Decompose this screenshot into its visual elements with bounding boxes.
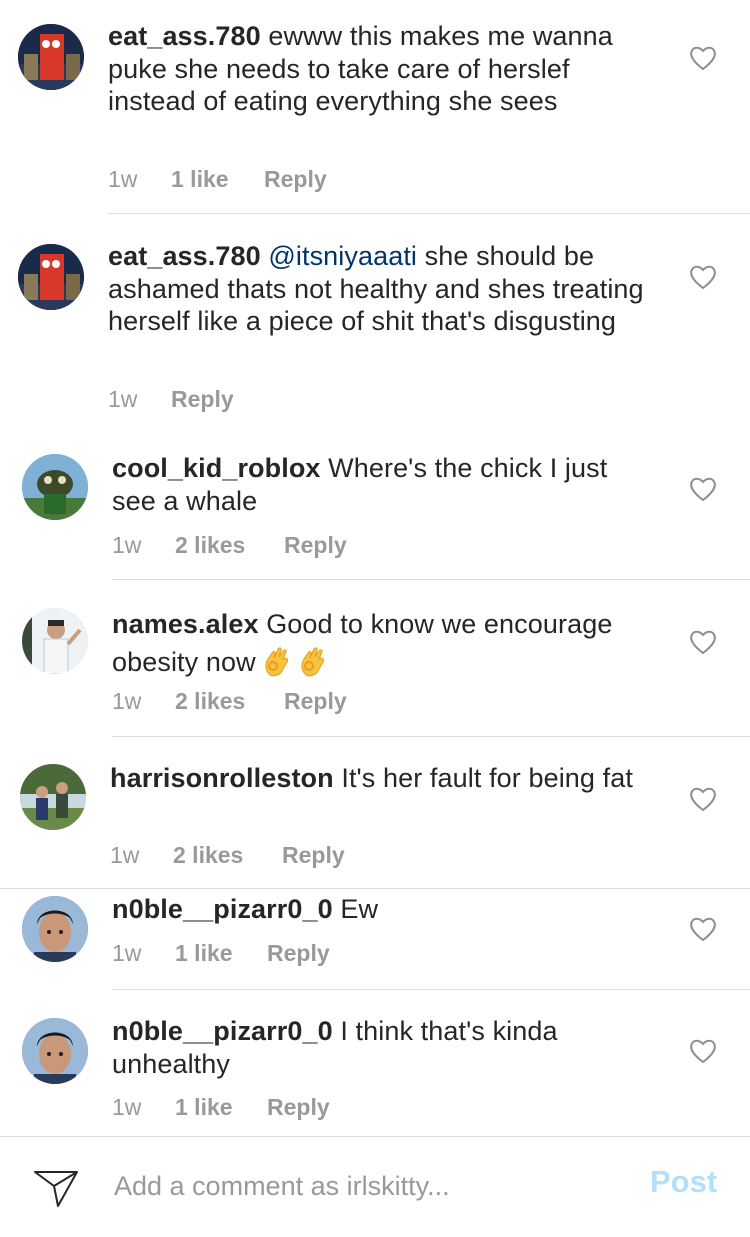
divider [112, 579, 750, 580]
divider [112, 736, 750, 737]
comment-username[interactable]: n0ble__pizarr0_0 [112, 894, 333, 924]
avatar[interactable] [22, 1018, 88, 1084]
heart-icon[interactable] [689, 1038, 717, 1064]
comment-text: eat_ass.780 @itsniyaaati she should be a… [108, 240, 648, 338]
comment-time: 1w [112, 1094, 142, 1120]
heart-icon[interactable] [689, 786, 717, 812]
reply-button[interactable]: Reply [264, 166, 327, 193]
comment-username[interactable]: eat_ass.780 [108, 241, 261, 271]
divider [112, 989, 750, 990]
comment-text: eat_ass.780 ewww this makes me wanna puk… [108, 20, 638, 118]
comment-meta: 1w Reply [108, 386, 234, 413]
comment-meta: 1w 1 like Reply [112, 940, 330, 967]
like-count[interactable]: 1 like [171, 166, 264, 193]
comment-username[interactable]: n0ble__pizarr0_0 [112, 1016, 333, 1046]
comment-time: 1w [112, 940, 142, 966]
heart-icon[interactable] [689, 45, 717, 71]
avatar[interactable] [18, 24, 84, 90]
like-count[interactable]: 1 like [175, 940, 267, 967]
comment-meta: 1w 2 likes Reply [110, 842, 345, 869]
reply-button[interactable]: Reply [282, 842, 345, 869]
divider [108, 213, 750, 214]
avatar[interactable] [22, 608, 88, 674]
comment-body: Ew [332, 894, 379, 924]
comment-body: It's her fault for being fat [333, 763, 633, 793]
heart-icon[interactable] [689, 916, 717, 942]
heart-icon[interactable] [689, 264, 717, 290]
mention-link[interactable]: @itsniyaaati [268, 241, 417, 271]
comment-text: names.alex Good to know we encourage obe… [112, 605, 672, 681]
ok-hand-emoji [265, 647, 288, 677]
like-count[interactable]: 1 like [175, 1094, 267, 1121]
heart-icon[interactable] [689, 629, 717, 655]
comment-username[interactable]: eat_ass.780 [108, 21, 261, 51]
send-icon[interactable] [32, 1166, 80, 1210]
reply-button[interactable]: Reply [267, 1094, 330, 1121]
comment-username[interactable]: names.alex [112, 609, 259, 639]
comment-text: cool_kid_roblox Where's the chick I just… [112, 452, 652, 517]
comment-input[interactable] [114, 1166, 614, 1206]
like-count[interactable]: 2 likes [175, 532, 284, 559]
divider [0, 888, 750, 889]
avatar[interactable] [22, 454, 88, 520]
comment-time: 1w [112, 532, 142, 558]
comment-time: 1w [112, 688, 142, 714]
comment-meta: 1w 1 like Reply [112, 1094, 330, 1121]
comment-composer: Post [0, 1138, 750, 1237]
avatar[interactable] [20, 764, 86, 830]
ok-hand-emoji [301, 647, 324, 677]
comment-meta: 1w 2 likes Reply [112, 688, 347, 715]
reply-button[interactable]: Reply [284, 688, 347, 715]
comment-time: 1w [108, 386, 138, 412]
comment-meta: 1w 1 like Reply [108, 166, 327, 193]
reply-button[interactable]: Reply [267, 940, 330, 967]
post-button[interactable]: Post [650, 1164, 717, 1200]
comment-text: n0ble__pizarr0_0 Ew [112, 893, 652, 926]
comment-time: 1w [110, 842, 140, 868]
comment-meta: 1w 2 likes Reply [112, 532, 347, 559]
comment-username[interactable]: harrisonrolleston [110, 763, 334, 793]
reply-button[interactable]: Reply [171, 386, 234, 413]
divider [0, 1136, 750, 1137]
like-count[interactable]: 2 likes [173, 842, 282, 869]
reply-button[interactable]: Reply [284, 532, 347, 559]
comment-username[interactable]: cool_kid_roblox [112, 453, 321, 483]
comment-text: n0ble__pizarr0_0 I think that's kinda un… [112, 1015, 652, 1080]
comment-text: harrisonrolleston It's her fault for bei… [110, 762, 650, 795]
heart-icon[interactable] [689, 476, 717, 502]
comment-time: 1w [108, 166, 138, 192]
like-count[interactable]: 2 likes [175, 688, 284, 715]
avatar[interactable] [18, 244, 84, 310]
avatar[interactable] [22, 896, 88, 962]
